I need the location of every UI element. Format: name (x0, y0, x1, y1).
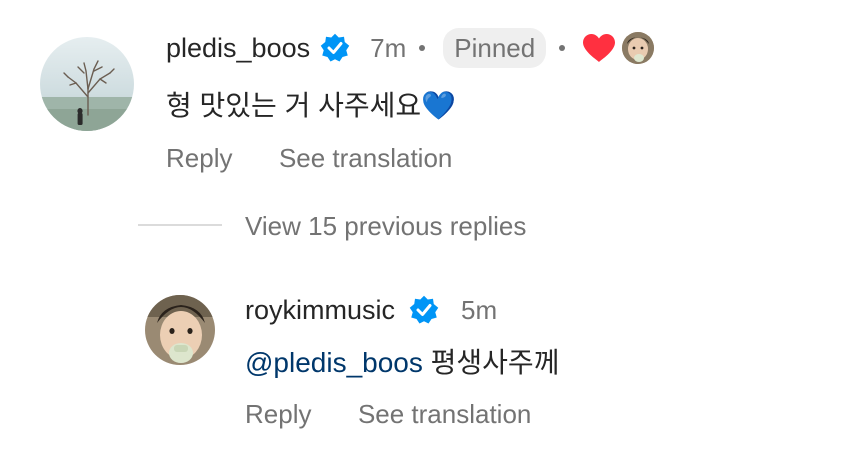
mention-link[interactable]: @pledis_boos (245, 347, 423, 378)
see-translation-button[interactable]: See translation (279, 143, 452, 173)
creator-mini-avatar (622, 32, 655, 64)
separator-dot (559, 45, 566, 51)
see-translation-button[interactable]: See translation (358, 399, 531, 429)
comment-actions: Reply See translation (166, 139, 452, 177)
pinned-badge: Pinned (443, 28, 547, 68)
reply-button[interactable]: Reply (166, 143, 232, 173)
reply-message: 평생사주께 (430, 347, 560, 378)
reply-header: roykimmusic 5m (245, 290, 497, 330)
child-photo-icon (622, 32, 655, 64)
replies-divider-line (138, 224, 222, 226)
comment-username[interactable]: pledis_boos (166, 33, 310, 64)
child-photo-image (145, 295, 215, 365)
verified-badge-icon (320, 33, 350, 62)
comment-timestamp: 7m (370, 32, 407, 63)
separator-dot (419, 45, 426, 51)
comment-text: 형 맛있는 거 사주세요💙 (166, 90, 457, 121)
commenter-avatar[interactable] (40, 37, 134, 131)
reply-actions: Reply See translation (245, 395, 531, 433)
reply-timestamp: 5m (461, 294, 498, 325)
reply-button[interactable]: Reply (245, 399, 311, 429)
reply-text: @pledis_boos 평생사주께 (245, 343, 559, 383)
tree-landscape-image (40, 37, 134, 131)
comment-header: pledis_boos 7m Pinned (166, 28, 655, 68)
creator-heart-icon (583, 34, 616, 62)
reply-avatar[interactable] (145, 295, 215, 365)
reply-username[interactable]: roykimmusic (245, 295, 395, 326)
verified-badge-icon (409, 295, 439, 324)
view-previous-replies-button[interactable]: View 15 previous replies (245, 207, 526, 245)
